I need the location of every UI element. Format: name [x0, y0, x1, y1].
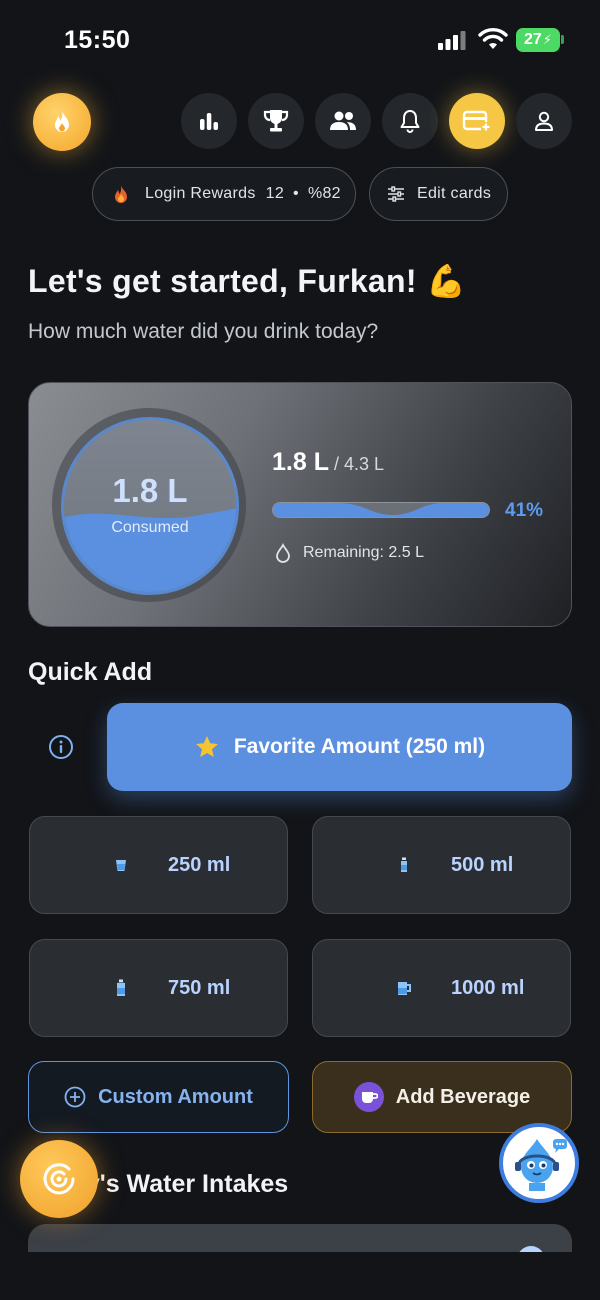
flame-icon	[55, 110, 69, 132]
streak-button[interactable]	[33, 93, 91, 151]
quick-add-250[interactable]: 250 ml	[29, 816, 288, 914]
progress-bar	[272, 502, 490, 518]
notifications-button[interactable]	[382, 93, 438, 149]
glass-icon	[116, 860, 126, 871]
jug-icon	[398, 982, 411, 995]
intake-current: 1.8 L	[272, 448, 329, 476]
small-bottle-icon	[401, 857, 407, 872]
mascot-assistant-button[interactable]	[499, 1123, 579, 1203]
login-rewards-percent: %82	[307, 185, 341, 202]
progress-percent: 41%	[505, 500, 544, 521]
quick-add-500-label: 500 ml	[451, 853, 514, 876]
profile-button[interactable]	[516, 93, 572, 149]
bell-icon	[400, 110, 420, 133]
progress-bar-fill	[273, 503, 489, 517]
plus-circle-icon	[64, 1086, 86, 1108]
quick-add-250-label: 250 ml	[168, 853, 231, 876]
trophy-icon	[263, 110, 289, 132]
login-rewards-pill[interactable]: Login Rewards 12 • %82	[92, 167, 356, 221]
wifi-icon	[478, 28, 508, 49]
bottle-icon	[117, 979, 125, 996]
target-icon	[43, 1163, 75, 1195]
trophy-button[interactable]	[248, 93, 304, 149]
consumed-label: Consumed	[111, 519, 189, 536]
stats-button[interactable]	[181, 93, 237, 149]
quick-add-750[interactable]: 750 ml	[29, 939, 288, 1037]
sliders-icon	[388, 186, 404, 202]
quick-drink-fab[interactable]	[20, 1140, 98, 1218]
cellular-signal-icon	[438, 31, 466, 50]
friends-button[interactable]	[315, 93, 371, 149]
card-add-icon	[462, 110, 491, 132]
custom-amount-label: Custom Amount	[98, 1085, 253, 1108]
battery-tip	[561, 35, 564, 44]
add-beverage-button[interactable]: Add Beverage	[312, 1061, 572, 1133]
battery-indicator: 27 ⚡	[516, 28, 560, 52]
add-beverage-label: Add Beverage	[395, 1085, 531, 1108]
quick-add-500[interactable]: 500 ml	[312, 816, 571, 914]
custom-amount-button[interactable]: Custom Amount	[28, 1061, 289, 1133]
login-rewards-label: Login Rewards	[145, 185, 256, 202]
stats-icon	[200, 113, 218, 130]
cup-icon	[353, 1082, 384, 1112]
quick-add-1000-label: 1000 ml	[451, 976, 525, 999]
star-icon	[195, 736, 218, 757]
friends-icon	[330, 111, 356, 130]
greeting-title: Let's get started, Furkan! 💪	[28, 263, 467, 299]
favorite-amount-button[interactable]: Favorite Amount (250 ml)	[107, 703, 572, 791]
consumed-value: 1.8 L	[112, 472, 188, 509]
edit-cards-label: Edit cards	[417, 185, 492, 202]
quick-add-1000[interactable]: 1000 ml	[312, 939, 571, 1037]
status-time: 15:50	[64, 26, 131, 54]
edit-cards-pill[interactable]: Edit cards	[369, 167, 508, 221]
bottom-edge	[0, 1252, 600, 1300]
profile-icon	[535, 111, 553, 131]
fire-icon	[115, 185, 127, 203]
login-rewards-count: 12	[265, 185, 285, 202]
intake-amount: 1.8 L / 4.3 L	[272, 448, 384, 477]
info-icon[interactable]	[48, 734, 74, 760]
separator-dot: •	[293, 185, 299, 202]
intake-goal: / 4.3 L	[328, 454, 385, 474]
water-drop-icon	[276, 543, 290, 563]
quick-add-title: Quick Add	[28, 658, 153, 686]
favorite-amount-label: Favorite Amount (250 ml)	[233, 735, 486, 758]
quick-add-750-label: 750 ml	[168, 976, 231, 999]
water-drop-mascot-icon	[515, 1139, 567, 1191]
remaining-text: Remaining: 2.5 L	[303, 544, 424, 561]
greeting-subtitle: How much water did you drink today?	[28, 320, 379, 343]
cards-button[interactable]	[449, 93, 505, 149]
